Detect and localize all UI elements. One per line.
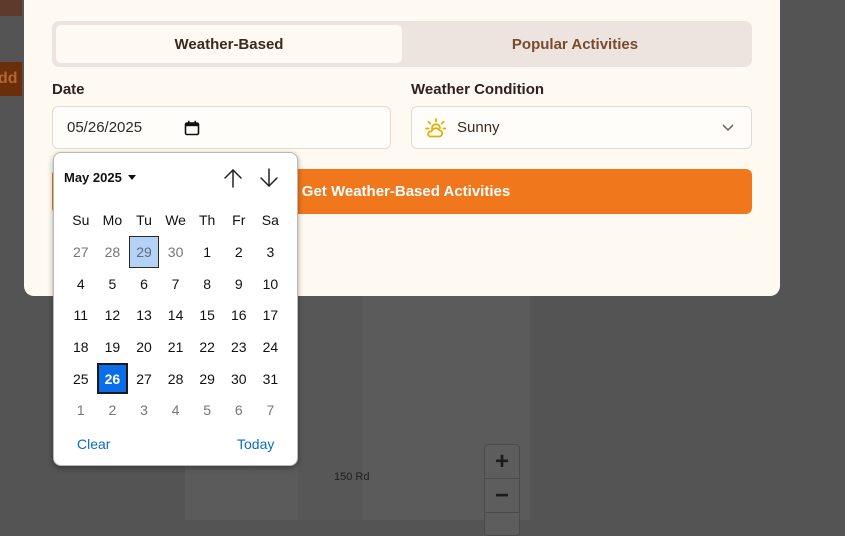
weather-condition-label: Weather Condition (411, 81, 545, 98)
calendar-day[interactable]: 3 (129, 394, 160, 426)
calendar-day[interactable]: 21 (160, 331, 191, 363)
previous-month-arrow-icon[interactable] (222, 167, 244, 189)
calendar-day[interactable]: 6 (129, 268, 160, 300)
calendar-day[interactable]: 30 (160, 236, 191, 268)
map-zoom-control: + − (484, 444, 520, 536)
calendar-day[interactable]: 23 (223, 331, 254, 363)
weekday-label: Fr (232, 212, 246, 228)
calendar-day[interactable]: 5 (97, 268, 128, 300)
sun-cloud-icon (425, 118, 447, 138)
calendar-day[interactable]: 4 (160, 394, 191, 426)
calendar-day[interactable]: 17 (255, 299, 286, 331)
map-road-label: 150 Rd (334, 471, 370, 483)
calendar-day[interactable]: 2 (97, 394, 128, 426)
month-year-selector[interactable]: May 2025 (64, 170, 136, 185)
calendar-day[interactable]: 11 (66, 299, 97, 331)
background-add-button: dd (0, 62, 22, 96)
mode-tabs: Weather-Based Popular Activities (52, 21, 752, 67)
clear-date-button[interactable]: Clear (77, 436, 110, 452)
calendar-day[interactable]: 6 (223, 394, 254, 426)
calendar-day[interactable]: 16 (223, 299, 254, 331)
zoom-in-button[interactable]: + (485, 445, 519, 479)
calendar-day[interactable]: 8 (192, 268, 223, 300)
date-label: Date (52, 81, 85, 98)
calendar-day[interactable]: 28 (160, 363, 191, 395)
background-header-strip (0, 0, 22, 16)
calendar-day-selected[interactable]: 26 (97, 362, 128, 395)
calendar-day[interactable]: 27 (129, 363, 160, 395)
next-month-arrow-icon[interactable] (258, 167, 280, 189)
calendar-day[interactable]: 1 (66, 394, 97, 426)
calendar-day[interactable]: 19 (97, 331, 128, 363)
today-button[interactable]: Today (237, 436, 274, 452)
calendar-day[interactable]: 13 (129, 299, 160, 331)
weekday-label: Mo (102, 212, 123, 228)
caret-down-icon (127, 175, 136, 180)
chevron-down-icon (722, 124, 734, 132)
calendar-day[interactable]: 9 (223, 268, 254, 300)
date-input[interactable]: 05/26/2025 (52, 106, 391, 149)
calendar-day[interactable]: 31 (255, 363, 286, 395)
date-picker-popup: May 2025 Su Mo Tu We Th Fr Sa 27 28 29 3… (53, 152, 298, 466)
weekday-label: We (165, 212, 186, 228)
calendar-day[interactable]: 28 (97, 236, 128, 268)
calendar-day[interactable]: 18 (66, 331, 97, 363)
weather-condition-select[interactable]: Sunny (411, 106, 752, 149)
month-year-label: May 2025 (64, 170, 122, 185)
weekday-label: Su (72, 212, 90, 228)
calendar-day[interactable]: 7 (255, 394, 286, 426)
calendar-day[interactable]: 14 (160, 299, 191, 331)
weekday-label: Sa (261, 212, 279, 228)
date-value: 05/26/2025 (67, 119, 143, 136)
weekday-header-row: Su Mo Tu We Th Fr Sa (65, 212, 286, 230)
calendar-day[interactable]: 2 (223, 236, 254, 268)
weekday-label: Th (199, 212, 216, 228)
calendar-day[interactable]: 4 (66, 268, 97, 300)
background-map-road (298, 296, 362, 520)
calendar-day[interactable]: 24 (255, 331, 286, 363)
tab-popular-activities[interactable]: Popular Activities (402, 25, 748, 63)
calendar-day[interactable]: 1 (192, 236, 223, 268)
calendar-day[interactable]: 7 (160, 268, 191, 300)
calendar-day[interactable]: 30 (223, 363, 254, 395)
calendar-day[interactable]: 15 (192, 299, 223, 331)
calendar-day[interactable]: 20 (129, 331, 160, 363)
weather-condition-value: Sunny (457, 119, 500, 136)
calendar-icon[interactable] (184, 120, 200, 136)
weekday-label: Tu (136, 212, 152, 228)
calendar-day[interactable]: 22 (192, 331, 223, 363)
calendar-day-grid: 27 28 29 30 1 2 3 4 5 6 7 8 9 10 11 12 1… (65, 236, 286, 426)
calendar-day[interactable]: 29 (192, 363, 223, 395)
calendar-day-today[interactable]: 29 (128, 236, 160, 268)
calendar-day[interactable]: 27 (66, 236, 97, 268)
tab-weather-based[interactable]: Weather-Based (56, 25, 402, 63)
zoom-out-button[interactable]: − (485, 479, 519, 513)
calendar-day[interactable]: 3 (255, 236, 286, 268)
calendar-day[interactable]: 25 (66, 363, 97, 395)
calendar-day[interactable]: 5 (192, 394, 223, 426)
calendar-day[interactable]: 12 (97, 299, 128, 331)
calendar-day[interactable]: 10 (255, 268, 286, 300)
